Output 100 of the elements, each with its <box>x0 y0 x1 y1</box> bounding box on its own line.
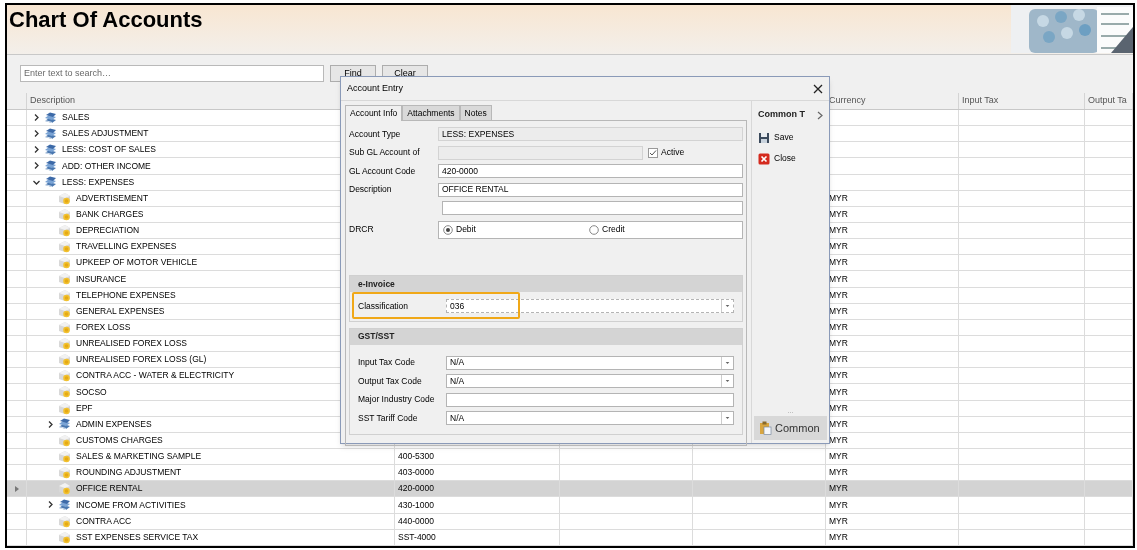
account-name: INSURANCE <box>76 272 127 286</box>
currency-cell: MYR <box>829 288 848 302</box>
expand-chevron-icon[interactable] <box>32 129 41 139</box>
dropdown-field[interactable]: N/A <box>446 374 734 389</box>
dialog-title: Account Entry <box>347 81 404 95</box>
currency-cell: MYR <box>829 498 848 512</box>
table-row[interactable]: INCOME FROM ACTIVITIES 430-1000 MYR <box>7 497 1133 514</box>
account-name: FOREX LOSS <box>76 321 131 334</box>
currency-cell: MYR <box>829 337 848 350</box>
close-icon <box>758 152 770 165</box>
input-field[interactable] <box>442 201 743 216</box>
account-name: TRAVELLING EXPENSES <box>76 240 177 254</box>
tab[interactable]: Attachments <box>402 105 460 120</box>
search-field[interactable]: Enter text to search… <box>20 64 324 82</box>
currency-cell: MYR <box>829 191 848 205</box>
field-label: DRCR <box>349 224 374 235</box>
field-label: Output Tax Code <box>358 375 422 386</box>
field-label: Input Tax Code <box>358 357 416 368</box>
dropdown-field[interactable]: N/A <box>446 411 734 426</box>
book-stack-icon <box>44 160 57 172</box>
account-name: DEPRECIATION <box>76 224 140 237</box>
expand-chevron-icon[interactable] <box>32 145 41 155</box>
book-stack-icon <box>44 111 57 124</box>
currency-cell: MYR <box>829 450 848 463</box>
common-button[interactable]: Common <box>754 416 827 440</box>
column-header[interactable]: Input Tax <box>962 94 999 108</box>
account-name: CUSTOMS CHARGES <box>76 434 163 447</box>
account-name: ADMIN EXPENSES <box>76 417 152 431</box>
currency-cell: MYR <box>829 401 848 415</box>
input-field[interactable] <box>446 392 734 407</box>
field-label: SST Tariff Code <box>358 412 418 423</box>
coin-icon <box>58 530 71 544</box>
chevron-right-icon[interactable] <box>817 110 823 120</box>
field-label: Account Type <box>349 128 401 139</box>
currency-cell: MYR <box>829 417 848 431</box>
coin-icon <box>58 514 71 528</box>
checkbox-label: Active <box>661 146 685 160</box>
save-button[interactable]: Save <box>758 130 823 145</box>
account-name: ADVERTISEMENT <box>76 191 149 205</box>
account-code: SST-4000 <box>398 530 436 544</box>
currency-cell: MYR <box>829 321 848 334</box>
account-name: SOCSO <box>76 385 107 399</box>
currency-cell: MYR <box>829 256 848 270</box>
radio-label: Debit <box>456 223 476 237</box>
field-label: Major Industry Code <box>358 394 435 405</box>
account-name: LESS: COST OF SALES <box>62 143 156 157</box>
currency-cell: MYR <box>829 434 848 447</box>
account-name: GENERAL EXPENSES <box>76 304 165 318</box>
book-stack-icon <box>58 498 71 511</box>
dropdown-field[interactable]: 036 <box>446 299 734 314</box>
close-icon[interactable] <box>813 83 823 94</box>
currency-cell: MYR <box>829 224 848 237</box>
clipboard-icon <box>759 421 772 435</box>
account-name: INCOME FROM ACTIVITIES <box>76 498 186 512</box>
coin-icon <box>58 466 71 480</box>
account-name: SALES & MARKETING SAMPLE <box>76 450 202 463</box>
input-field[interactable]: OFFICE RENTAL <box>438 182 743 197</box>
row-pointer-icon <box>14 485 19 492</box>
expand-chevron-icon[interactable] <box>32 161 41 171</box>
expand-chevron-icon[interactable] <box>32 113 41 123</box>
save-icon <box>758 131 770 144</box>
account-name: EPF <box>76 401 93 415</box>
section-header: e-Invoice <box>350 276 742 292</box>
account-name: ADD: OTHER INCOME <box>62 159 151 173</box>
page-title: Chart Of Accounts <box>8 6 203 31</box>
book-stack-icon <box>44 176 57 189</box>
account-name: CONTRA ACC - WATER & ELECTRICITY <box>76 369 235 383</box>
account-name: UPKEEP OF MOTOR VEHICLE <box>76 256 198 270</box>
radio-button[interactable] <box>589 224 599 235</box>
account-code: 400-5300 <box>398 450 434 463</box>
panel-title: Common T <box>758 108 805 122</box>
currency-cell: MYR <box>829 208 848 221</box>
section-header: GST/SST <box>350 328 742 345</box>
account-name: UNREALISED FOREX LOSS <box>76 337 187 350</box>
field-label: Sub GL Account of <box>349 147 420 158</box>
account-name: SST EXPENSES SERVICE TAX <box>76 530 199 544</box>
book-stack-icon <box>44 127 57 140</box>
field-label: GL Account Code <box>349 165 416 176</box>
input-field[interactable]: 420-0000 <box>438 164 743 179</box>
radio-button[interactable] <box>443 224 453 235</box>
coin-icon <box>58 353 71 367</box>
account-name: SALES ADJUSTMENT <box>62 127 149 141</box>
expand-chevron-icon[interactable] <box>46 419 55 429</box>
column-header[interactable]: Description <box>30 94 76 108</box>
coin-icon <box>58 450 71 463</box>
table-row[interactable]: OFFICE RENTAL 420-0000 MYR <box>7 481 1133 498</box>
tab[interactable]: Account Info <box>345 105 403 121</box>
currency-cell: MYR <box>829 482 848 496</box>
tab[interactable]: Notes <box>459 105 492 120</box>
column-header[interactable]: Output Ta <box>1088 94 1127 108</box>
expand-chevron-icon[interactable] <box>46 500 55 510</box>
column-header[interactable]: Currency <box>829 94 866 108</box>
field-label: Description <box>349 184 392 195</box>
dropdown-field[interactable]: N/A <box>446 355 734 370</box>
table-row[interactable]: ROUNDING ADJUSTMENT 403-0000 MYR <box>7 465 1133 482</box>
account-name: TELEPHONE EXPENSES <box>76 288 176 302</box>
read-only-field: LESS: EXPENSES <box>438 127 743 142</box>
checkbox[interactable] <box>648 147 658 158</box>
account-name: CONTRA ACC <box>76 514 132 528</box>
currency-cell: MYR <box>829 369 848 383</box>
